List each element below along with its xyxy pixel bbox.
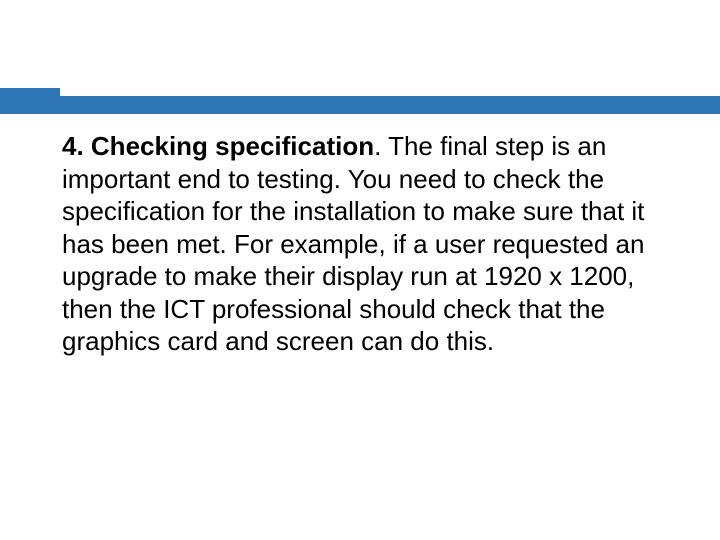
slide-body: 4. Checking specification. The final ste… xyxy=(62,130,662,358)
body-paragraph: . The final step is an important end to … xyxy=(62,131,644,356)
lead-heading: 4. Checking specification xyxy=(62,131,374,161)
accent-bar xyxy=(0,96,720,114)
accent-tab xyxy=(0,88,60,114)
